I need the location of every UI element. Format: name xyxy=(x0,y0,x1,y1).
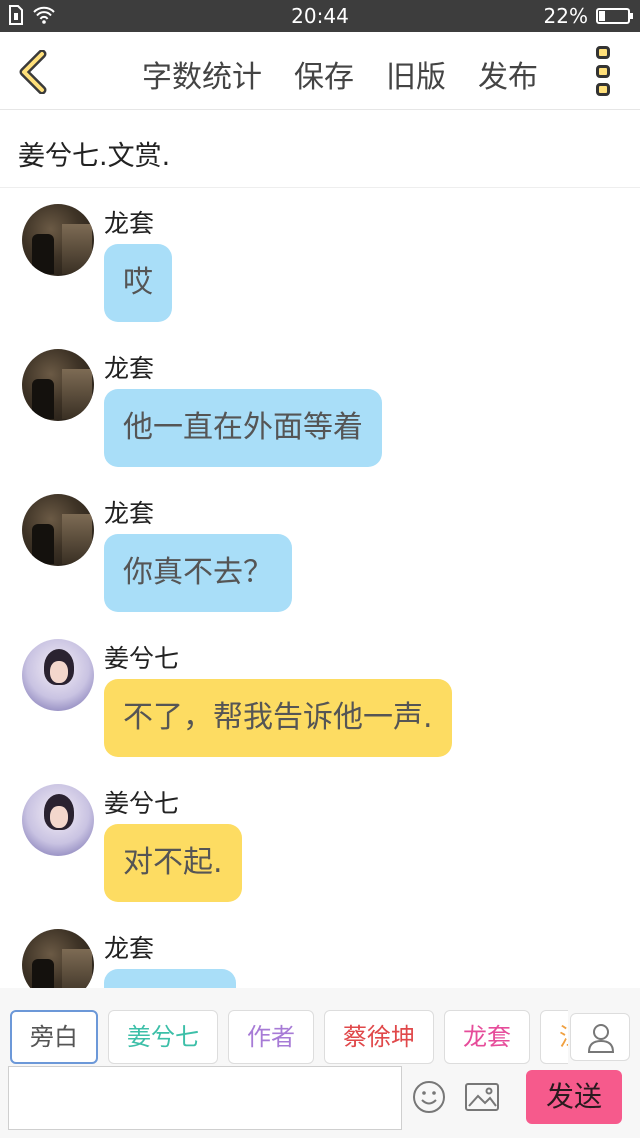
role-chip-jiang[interactable]: 江 xyxy=(540,1010,568,1064)
avatar[interactable] xyxy=(22,494,94,566)
status-bar: 20:44 22% xyxy=(0,0,640,32)
message-item: 姜兮七 对不起. xyxy=(0,768,640,913)
message-item: 姜兮七 不了，帮我告诉他一声. xyxy=(0,623,640,768)
menu-dot xyxy=(596,64,610,78)
battery-icon xyxy=(596,8,633,24)
chevron-left-icon xyxy=(19,49,47,95)
message-bubble[interactable]: 不了，帮我告诉他一声. xyxy=(104,679,452,757)
sender-name: 姜兮七 xyxy=(104,644,180,673)
more-menu-button[interactable] xyxy=(596,46,614,96)
manage-roles-button[interactable] xyxy=(570,1013,630,1061)
sender-name: 姜兮七 xyxy=(104,789,180,818)
role-selector-bar: 旁白 姜兮七 作者 蔡徐坤 龙套 江 xyxy=(0,988,640,1070)
avatar[interactable] xyxy=(22,349,94,421)
publish-button[interactable]: 发布 xyxy=(478,52,538,96)
message-list[interactable]: 龙套 哎 龙套 他一直在外面等着 龙套 你真不去？ 姜兮七 不了，帮我告诉他一声… xyxy=(0,188,640,988)
battery-fill xyxy=(599,11,606,21)
message-item: 龙套 xyxy=(0,913,640,988)
battery-percent: 22% xyxy=(543,4,588,28)
person-icon xyxy=(587,1024,615,1053)
role-chip-jiangxiqi[interactable]: 姜兮七 xyxy=(108,1010,218,1064)
word-count-button[interactable]: 字数统计 xyxy=(142,52,262,96)
message-item: 龙套 哎 xyxy=(0,188,640,333)
back-button[interactable] xyxy=(14,49,54,95)
avatar[interactable] xyxy=(22,784,94,856)
emoji-button[interactable] xyxy=(412,1080,446,1114)
smiley-icon xyxy=(413,1081,445,1113)
message-bubble[interactable]: 你真不去？ xyxy=(104,534,292,612)
send-button[interactable]: 发送 xyxy=(526,1070,622,1124)
role-chip-list[interactable]: 旁白 姜兮七 作者 蔡徐坤 龙套 江 xyxy=(10,1010,568,1064)
message-input[interactable] xyxy=(8,1066,402,1130)
message-bubble[interactable]: 他一直在外面等着 xyxy=(104,389,382,467)
story-title: 姜兮七.文赏. xyxy=(18,141,171,172)
message-bubble[interactable] xyxy=(104,969,236,988)
composer-bar: 发送 xyxy=(0,1066,640,1138)
message-item: 龙套 他一直在外面等着 xyxy=(0,333,640,478)
avatar[interactable] xyxy=(22,639,94,711)
message-bubble[interactable]: 对不起. xyxy=(104,824,242,902)
avatar[interactable] xyxy=(22,929,94,988)
top-toolbar: 字数统计 保存 旧版 发布 xyxy=(0,32,640,110)
save-button[interactable]: 保存 xyxy=(294,52,354,96)
sender-name: 龙套 xyxy=(104,934,155,963)
role-chip-extra[interactable]: 龙套 xyxy=(444,1010,530,1064)
sender-name: 龙套 xyxy=(104,354,155,383)
image-button[interactable] xyxy=(464,1082,500,1112)
image-icon xyxy=(465,1083,499,1111)
sender-name: 龙套 xyxy=(104,209,155,238)
menu-dot xyxy=(596,83,610,96)
avatar[interactable] xyxy=(22,204,94,276)
role-chip-narrator[interactable]: 旁白 xyxy=(10,1010,98,1064)
toolbar-actions: 字数统计 保存 旧版 发布 xyxy=(142,52,538,96)
role-chip-caixukun[interactable]: 蔡徐坤 xyxy=(324,1010,434,1064)
role-chip-author[interactable]: 作者 xyxy=(228,1010,314,1064)
message-item: 龙套 你真不去？ xyxy=(0,478,640,623)
sender-name: 龙套 xyxy=(104,499,155,528)
message-bubble[interactable]: 哎 xyxy=(104,244,172,322)
old-version-button[interactable]: 旧版 xyxy=(386,52,446,96)
menu-dot xyxy=(596,46,610,59)
story-title-bar: 姜兮七.文赏. xyxy=(0,110,640,188)
